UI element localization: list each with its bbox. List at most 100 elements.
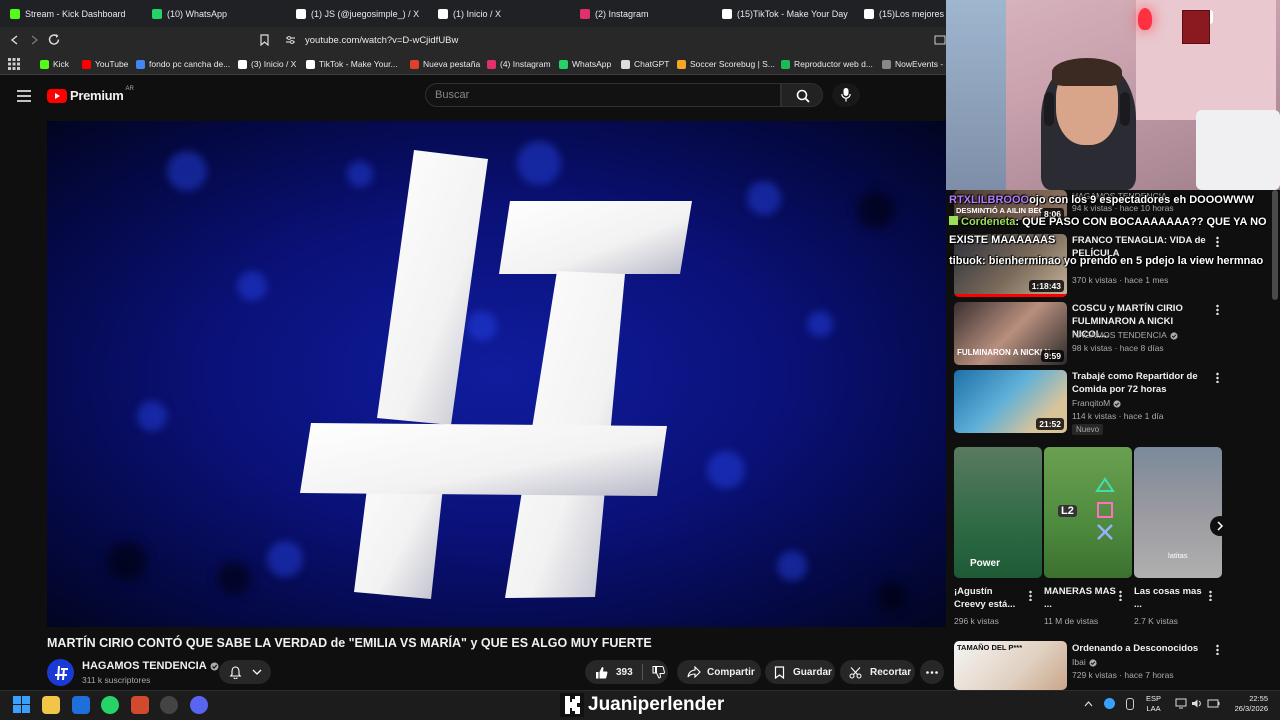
- video-thumbnail[interactable]: FULMINARON A NICKI N 9:59: [954, 302, 1067, 365]
- shorts-next-button[interactable]: [1210, 516, 1230, 536]
- back-icon[interactable]: [9, 34, 21, 46]
- address-bar[interactable]: youtube.com/watch?v=D-wCjidfUBw: [283, 31, 923, 49]
- bookmark-item[interactable]: TikTok - Make Your...: [306, 53, 398, 75]
- short-thumbnail[interactable]: Power: [954, 447, 1042, 578]
- more-vert-icon[interactable]: [1216, 644, 1219, 655]
- thumbnail-caption: FULMINARON A NICKI N: [957, 348, 1051, 357]
- channel-name: Ibai: [1072, 657, 1086, 667]
- store-icon[interactable]: [72, 696, 90, 714]
- short-title[interactable]: ¡Agustín Creevy está...: [954, 585, 1026, 611]
- bookmark-item[interactable]: Soccer Scorebug | S...: [677, 53, 775, 75]
- short-views: 296 k vistas: [954, 616, 999, 626]
- video-thumbnail[interactable]: 21:52: [954, 370, 1067, 433]
- apps-grid-icon[interactable]: [8, 58, 20, 70]
- bookmark-label: Nueva pestaña: [423, 59, 481, 69]
- clock-time: 22:55: [1249, 694, 1268, 703]
- short-thumbnail[interactable]: L2: [1044, 447, 1132, 578]
- like-icon[interactable]: [595, 666, 608, 679]
- wall-poster: [1182, 10, 1210, 44]
- save-button[interactable]: Guardar: [765, 660, 835, 684]
- browser-tab[interactable]: Stream - Kick Dashboard: [10, 0, 148, 27]
- bookmark-label: (3) Inicio / X: [251, 59, 297, 69]
- bookmark-item[interactable]: WhatsApp: [559, 53, 611, 75]
- browser-tab[interactable]: (1) JS (@juegosimple_) / X: [296, 0, 434, 27]
- more-vert-icon[interactable]: [1029, 590, 1032, 601]
- more-vert-icon[interactable]: [1119, 590, 1122, 601]
- clip-button[interactable]: Recortar: [840, 660, 915, 684]
- bookmark-item[interactable]: Reproductor web d...: [781, 53, 873, 75]
- network-icon[interactable]: [1175, 698, 1187, 709]
- tab-label: (1) JS (@juegosimple_) / X: [311, 8, 420, 19]
- tab-label: (2) Instagram: [595, 8, 649, 19]
- browser-tab[interactable]: (1) Inicio / X: [438, 0, 576, 27]
- channel-name-link[interactable]: FranqitoM: [1072, 397, 1121, 410]
- short-thumbnail[interactable]: latitas: [1134, 447, 1222, 578]
- bookmark-item[interactable]: Kick: [40, 53, 69, 75]
- bookmark-item[interactable]: YouTube: [82, 53, 128, 75]
- language-top: ESP: [1146, 694, 1162, 703]
- video-title[interactable]: Trabajé como Repartidor de Comida por 72…: [1072, 370, 1212, 396]
- share-icon: [687, 666, 701, 678]
- youtube-logo[interactable]: Premium AR: [47, 86, 134, 103]
- file-explorer-icon[interactable]: [42, 696, 60, 714]
- more-vert-icon[interactable]: [1209, 590, 1212, 601]
- share-button[interactable]: Compartir: [677, 660, 761, 684]
- short-title[interactable]: MANERAS MAS ...: [1044, 585, 1116, 611]
- reload-icon[interactable]: [48, 33, 61, 46]
- discord-icon[interactable]: [190, 696, 208, 714]
- browser-tab[interactable]: (15)Los mejores cli: [864, 0, 946, 27]
- video-thumbnail[interactable]: TAMAÑO DEL P***: [954, 641, 1067, 690]
- dislike-icon[interactable]: [652, 665, 665, 679]
- more-horizontal-icon: [926, 670, 938, 674]
- tab-label: Stream - Kick Dashboard: [25, 8, 126, 19]
- video-player[interactable]: [47, 121, 946, 627]
- channel-logo-icon: [54, 665, 68, 680]
- bookmark-item[interactable]: fondo pc cancha de...: [136, 53, 230, 75]
- language-indicator[interactable]: ESP LAA: [1146, 694, 1161, 714]
- sidebar-scrollbar[interactable]: [1272, 190, 1278, 300]
- voice-search-button[interactable]: [832, 83, 860, 107]
- obs-icon[interactable]: [160, 696, 178, 714]
- bookmark-item[interactable]: ChatGPT: [621, 53, 669, 75]
- browser-tab[interactable]: (2) Instagram: [580, 0, 718, 27]
- chat-text: EXISTE MAAAAAAS: [949, 234, 1056, 246]
- tray-microphone-icon[interactable]: [1126, 698, 1134, 710]
- bookmark-item[interactable]: Nueva pestaña: [410, 53, 480, 75]
- channel-name-link[interactable]: HAGAMOS TENDENCIA: [1072, 329, 1178, 342]
- video-duration: 9:59: [1040, 350, 1064, 362]
- browser-tab[interactable]: (10) WhatsApp: [152, 0, 290, 27]
- brave-browser-icon[interactable]: [131, 696, 149, 714]
- forward-icon[interactable]: [28, 34, 40, 46]
- short-caption: L2: [1058, 505, 1077, 517]
- tray-app-icon[interactable]: [1104, 698, 1115, 709]
- more-vert-icon[interactable]: [1216, 304, 1219, 315]
- browser-tab[interactable]: (15)TikTok - Make Your Day: [722, 0, 860, 27]
- more-vert-icon[interactable]: [1216, 236, 1219, 247]
- battery-icon[interactable]: [1207, 698, 1220, 709]
- channel-avatar[interactable]: [47, 659, 74, 686]
- channel-name-link[interactable]: HAGAMOS TENDENCIA: [82, 660, 219, 672]
- video-title[interactable]: Ordenando a Desconocidos: [1072, 642, 1217, 655]
- cast-icon[interactable]: [934, 35, 946, 45]
- search-button[interactable]: [781, 83, 823, 107]
- clock[interactable]: 22:55 26/3/2026: [1226, 694, 1268, 714]
- whatsapp-icon[interactable]: [101, 696, 119, 714]
- more-actions-button[interactable]: [920, 660, 944, 684]
- tray-chevron-up-icon[interactable]: [1084, 700, 1093, 708]
- bookmark-star-icon[interactable]: [259, 34, 270, 46]
- volume-icon[interactable]: [1191, 698, 1203, 709]
- windows-start-icon[interactable]: [13, 696, 30, 713]
- bookmark-item[interactable]: NowEvents - G: [882, 53, 952, 75]
- notifications-button[interactable]: [219, 660, 271, 684]
- short-title[interactable]: Las cosas mas ...: [1134, 585, 1206, 611]
- bookmark-item[interactable]: (4) Instagram: [487, 53, 551, 75]
- search-input[interactable]: Buscar: [425, 83, 781, 107]
- playstation-buttons-icon: [1095, 477, 1115, 540]
- video-duration: 1:18:43: [1028, 280, 1064, 292]
- more-vert-icon[interactable]: [1216, 372, 1219, 383]
- channel-name-link[interactable]: Ibai: [1072, 656, 1097, 669]
- bookmark-favicon-icon: [487, 59, 496, 69]
- menu-icon[interactable]: [17, 90, 31, 102]
- save-icon: [774, 665, 785, 679]
- bookmark-item[interactable]: (3) Inicio / X: [238, 53, 296, 75]
